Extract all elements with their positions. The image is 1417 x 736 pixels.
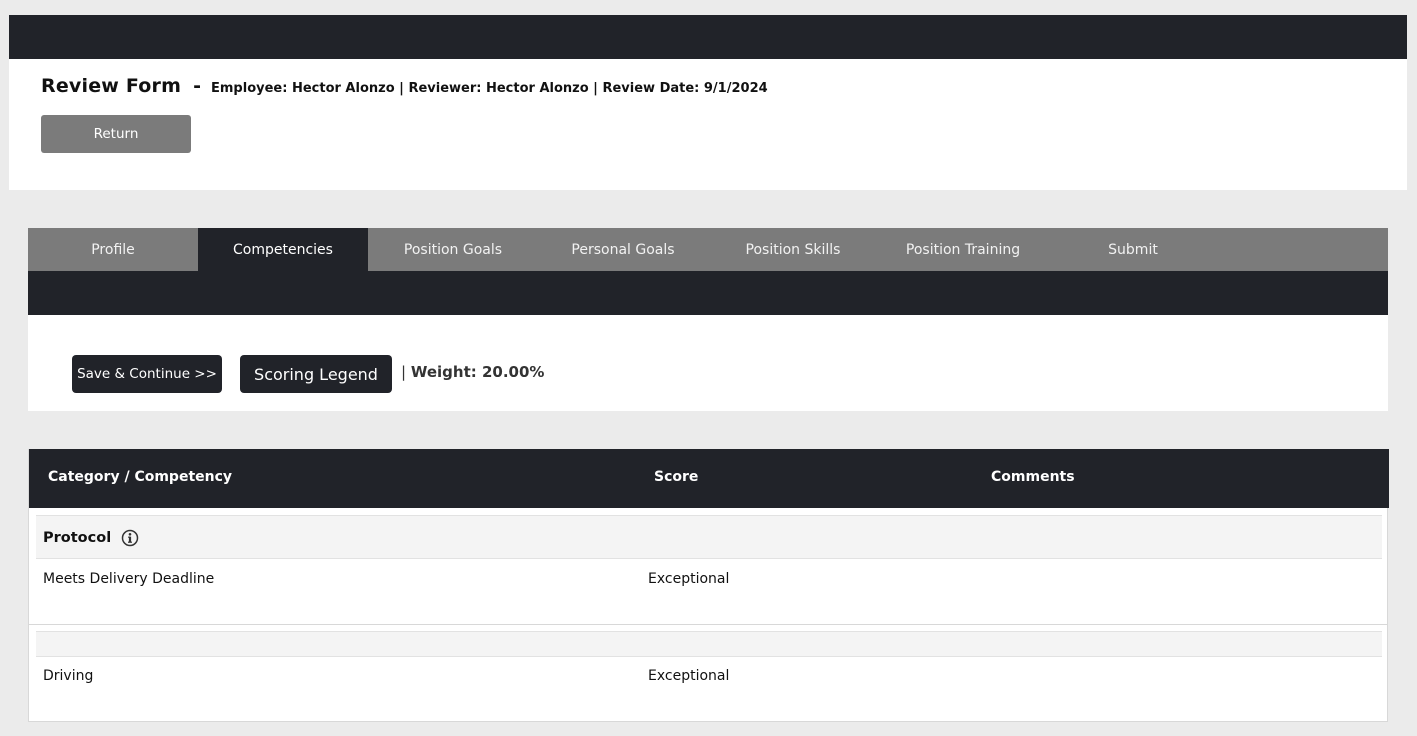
- competency-score: Exceptional: [648, 571, 730, 587]
- tab-subbar: [28, 271, 1388, 315]
- header-category: Category / Competency: [48, 469, 233, 485]
- category-row: Protocol: [36, 515, 1382, 559]
- tab-competencies[interactable]: Competencies: [198, 228, 368, 271]
- tab-profile[interactable]: Profile: [28, 228, 198, 271]
- weight-separator: |: [401, 363, 407, 381]
- header-comments: Comments: [991, 469, 1075, 485]
- category-label: Protocol: [43, 529, 139, 547]
- tab-position-goals[interactable]: Position Goals: [368, 228, 538, 271]
- header-card: Review Form - Employee: Hector Alonzo | …: [9, 59, 1407, 190]
- page-title: Review Form: [41, 75, 182, 97]
- title-separator: -: [193, 75, 201, 97]
- review-meta: Employee: Hector Alonzo | Reviewer: Hect…: [211, 81, 768, 96]
- category-name: Protocol: [43, 530, 112, 546]
- save-continue-button[interactable]: Save & Continue >>: [72, 355, 222, 393]
- top-bar: [9, 15, 1407, 59]
- row-divider: [29, 624, 1387, 625]
- weight-value: Weight: 20.00%: [410, 363, 545, 381]
- competency-score: Exceptional: [648, 668, 730, 684]
- tab-position-training[interactable]: Position Training: [878, 228, 1048, 271]
- table-row: Driving Exceptional: [36, 656, 1382, 700]
- header-score: Score: [654, 469, 699, 485]
- weight-display: | Weight: 20.00%: [401, 363, 544, 381]
- competency-name: Meets Delivery Deadline: [43, 571, 215, 587]
- info-icon[interactable]: [121, 529, 139, 547]
- scoring-legend-button[interactable]: Scoring Legend: [240, 355, 392, 393]
- tab-submit[interactable]: Submit: [1048, 228, 1218, 271]
- competency-name: Driving: [43, 668, 94, 684]
- action-toolbar: Save & Continue >> Scoring Legend | Weig…: [28, 315, 1388, 411]
- competency-table: Category / Competency Score Comments Pro…: [28, 449, 1389, 722]
- title-row: Review Form - Employee: Hector Alonzo | …: [41, 75, 768, 97]
- table-header: Category / Competency Score Comments: [29, 449, 1389, 508]
- category-row-empty: [36, 631, 1382, 657]
- return-button[interactable]: Return: [41, 115, 191, 153]
- tab-personal-goals[interactable]: Personal Goals: [538, 228, 708, 271]
- table-row: Meets Delivery Deadline Exceptional: [36, 559, 1382, 603]
- tab-position-skills[interactable]: Position Skills: [708, 228, 878, 271]
- tab-bar: Profile Competencies Position Goals Pers…: [28, 228, 1388, 271]
